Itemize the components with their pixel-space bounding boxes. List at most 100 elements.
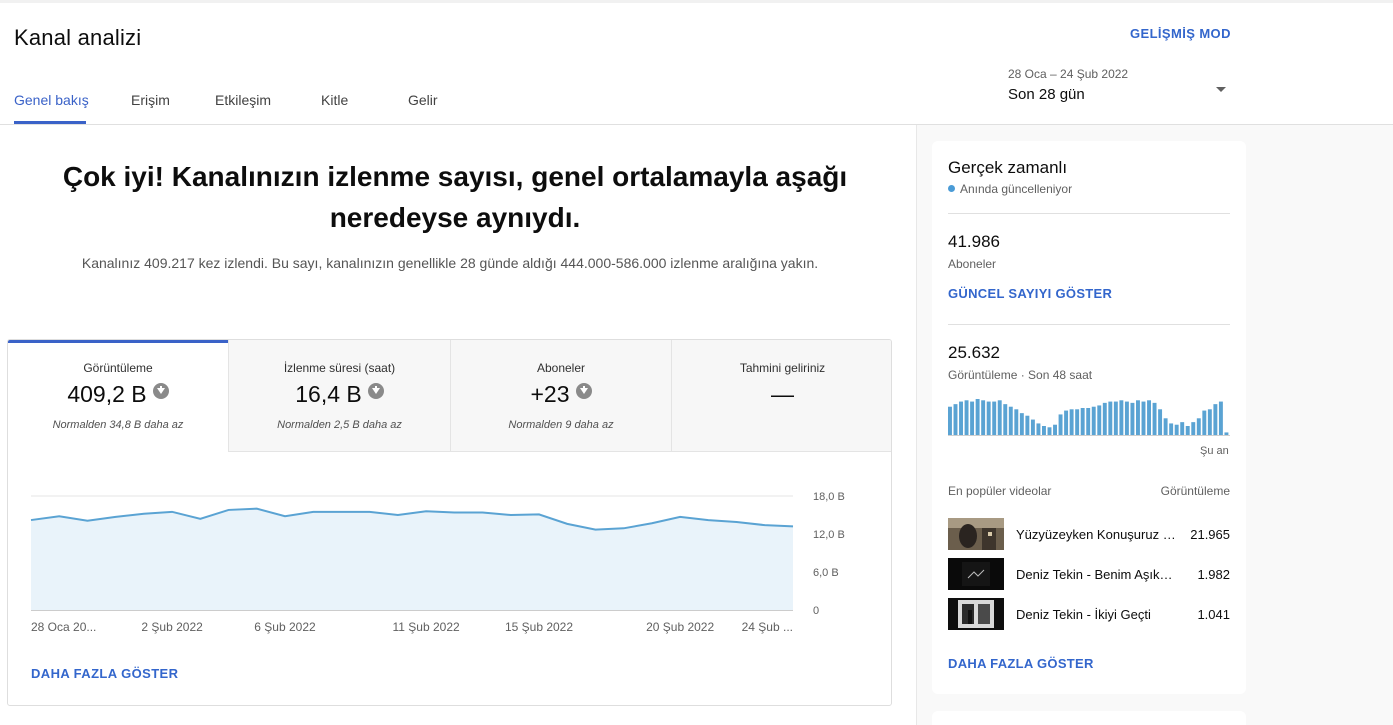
realtime-bar <box>1158 409 1163 435</box>
realtime-bar <box>970 401 975 435</box>
video-title: Deniz Tekin - İkiyi Geçti <box>1016 607 1151 622</box>
x-tick-label: 15 Şub 2022 <box>505 620 573 634</box>
realtime-bar <box>1025 415 1030 435</box>
tab-engagement[interactable]: Etkileşim <box>215 92 271 108</box>
x-tick-label: 6 Şub 2022 <box>254 620 316 634</box>
x-tick-label: 11 Şub 2022 <box>393 620 460 634</box>
subscriber-count: 41.986 <box>948 232 1000 251</box>
realtime-bar <box>964 400 969 435</box>
realtime-bar <box>1003 404 1008 435</box>
realtime-bar <box>1169 423 1174 435</box>
metric-value: +23 <box>451 381 671 408</box>
realtime-views-count: 25.632 <box>948 343 1000 362</box>
area-fill <box>31 508 793 610</box>
metric-name: Aboneler <box>536 361 586 375</box>
metric-note: Normalden 2,5 B daha az <box>277 419 402 431</box>
realtime-bar <box>1141 401 1146 435</box>
realtime-bar <box>1207 409 1212 435</box>
realtime-bar <box>1102 402 1107 435</box>
video-thumbnail <box>948 518 1004 550</box>
x-tick-label: 28 Oca 20... <box>31 620 96 634</box>
realtime-bar <box>959 401 963 435</box>
realtime-bar <box>981 400 986 435</box>
show-more-link[interactable]: DAHA FAZLA GÖSTER <box>31 666 178 681</box>
metric-tab-revenue[interactable]: Tahmini geliriniz — <box>671 340 891 452</box>
metric-note: Normalden 34,8 B daha az <box>52 419 184 431</box>
metric-value: 409,2 B <box>8 381 228 408</box>
divider <box>948 324 1230 325</box>
metric-tab-subscribers[interactable]: Aboneler +23 Normalden 9 daha az <box>450 340 671 452</box>
tab-audience[interactable]: Kitle <box>321 92 348 108</box>
video-views: 21.965 <box>1190 527 1230 542</box>
realtime-bar <box>1185 426 1190 435</box>
realtime-bar <box>1019 413 1024 435</box>
tab-revenue[interactable]: Gelir <box>408 92 438 108</box>
tab-reach[interactable]: Erişim <box>131 92 170 108</box>
realtime-bar <box>1036 423 1041 435</box>
metric-value: — <box>771 381 794 407</box>
realtime-bar <box>948 406 952 435</box>
realtime-bar <box>1113 401 1118 435</box>
realtime-bar <box>1124 401 1129 435</box>
insight-headline: Çok iyi! Kanalınızın izlenme sayısı, gen… <box>62 161 848 233</box>
realtime-bar <box>1191 422 1196 435</box>
metric-tab-watch-time[interactable]: İzlenme süresi (saat) 16,4 B Normalden 2… <box>228 340 450 452</box>
next-card <box>932 711 1246 725</box>
y-tick-label: 12,0 B <box>813 529 845 541</box>
realtime-bar <box>1047 427 1052 435</box>
insight-subtext: Kanalınız 409.217 kez izlendi. Bu sayı, … <box>81 255 819 271</box>
realtime-card: Gerçek zamanlı Anında güncelleniyor 41.9… <box>932 141 1246 694</box>
video-views: 1.982 <box>1197 567 1230 582</box>
show-current-count-link[interactable]: GÜNCEL SAYIYI GÖSTER <box>948 286 1112 301</box>
realtime-bar <box>1163 418 1168 435</box>
y-tick-label: 6,0 B <box>813 567 839 579</box>
page-title: Kanal analizi <box>14 25 142 50</box>
live-dot-icon <box>948 185 955 192</box>
overview-card: Görüntüleme 409,2 B Normalden 34,8 B dah… <box>7 339 892 706</box>
realtime-bar <box>1196 418 1201 435</box>
x-tick-label: 20 Şub 2022 <box>646 620 714 634</box>
realtime-bar <box>1091 406 1096 435</box>
realtime-bar <box>1119 400 1124 435</box>
realtime-bar <box>992 401 997 435</box>
realtime-bar <box>1097 405 1102 435</box>
realtime-bar <box>1108 401 1113 435</box>
popular-video-row[interactable]: Deniz Tekin - Benim Aşık Olmam Lazım 1.9… <box>948 558 1230 590</box>
realtime-live-status: Anında güncelleniyor <box>948 182 1072 196</box>
page-header: Kanal analizi GELİŞMİŞ MOD Genel bakış E… <box>0 3 1393 125</box>
realtime-bar <box>1014 409 1019 435</box>
video-thumbnail <box>948 598 1004 630</box>
realtime-bar <box>1136 400 1140 435</box>
realtime-bar <box>1180 422 1185 435</box>
date-range-text: 28 Oca – 24 Şub 2022 <box>1008 67 1129 81</box>
date-range-label: Son 28 gün <box>1008 86 1085 103</box>
realtime-bar <box>1202 410 1207 435</box>
realtime-bar <box>1130 402 1135 435</box>
popular-video-row[interactable]: Yüzyüzeyken Konuşuruz - Ateşe Düşen Yapr… <box>948 518 1230 550</box>
metric-name: Tahmini geliriniz <box>739 361 826 375</box>
tab-overview[interactable]: Genel bakış <box>14 92 89 108</box>
x-tick-label: 24 Şub ... <box>742 620 793 634</box>
realtime-bar <box>1224 432 1229 435</box>
realtime-bar-chart <box>948 399 1230 436</box>
date-range-dropdown[interactable]: 28 Oca – 24 Şub 2022 Son 28 gün <box>1008 67 1228 113</box>
realtime-bar <box>953 404 958 435</box>
realtime-bar <box>997 400 1002 435</box>
realtime-bar <box>1053 424 1057 435</box>
realtime-bar <box>1030 419 1035 435</box>
metric-name: İzlenme süresi (saat) <box>283 361 396 375</box>
y-tick-label: 18,0 B <box>813 491 845 503</box>
subscriber-label: Aboneler <box>948 257 997 271</box>
video-title: Deniz Tekin - Benim Aşık Olmam Lazım <box>1016 567 1176 582</box>
realtime-bar <box>1058 414 1063 435</box>
popular-video-row[interactable]: Deniz Tekin - İkiyi Geçti 1.041 <box>948 598 1230 630</box>
metric-note: Normalden 9 daha az <box>508 419 614 431</box>
advanced-mode-button[interactable]: GELİŞMİŞ MOD <box>1130 26 1231 41</box>
metric-tab-views[interactable]: Görüntüleme 409,2 B Normalden 34,8 B dah… <box>8 340 228 452</box>
realtime-bar <box>1086 408 1091 435</box>
metric-value: 16,4 B <box>229 381 450 408</box>
realtime-bar <box>1042 426 1046 435</box>
realtime-bar <box>1080 408 1085 435</box>
realtime-bar <box>1075 409 1080 435</box>
realtime-show-more-link[interactable]: DAHA FAZLA GÖSTER <box>948 656 1094 671</box>
